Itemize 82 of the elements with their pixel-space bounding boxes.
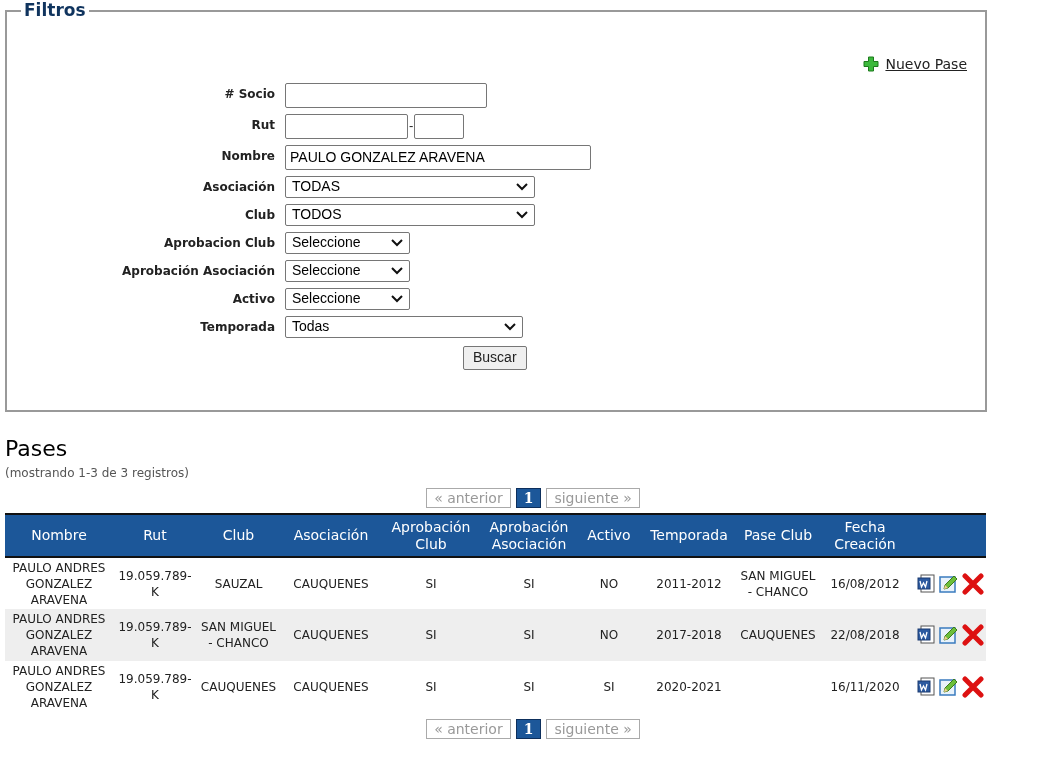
table-cell: 2020-2021 (656, 680, 722, 694)
select-field[interactable]: Todas (285, 315, 523, 338)
select-field[interactable]: Seleccione (285, 287, 410, 310)
table-cell: 19.059.789-K (118, 672, 192, 702)
field-label: Aprobación Asociación (121, 262, 275, 280)
edit-icon[interactable] (939, 625, 959, 645)
panel-title: Filtros (23, 0, 87, 22)
table-cell: CAUQUENES (293, 680, 369, 694)
edit-icon[interactable] (939, 573, 959, 594)
field-label: # Socio (223, 85, 275, 103)
select-field[interactable]: TODOS (285, 203, 535, 226)
separator: - (408, 117, 415, 136)
table-cell: SI (603, 680, 615, 694)
field-label: Activo (231, 290, 275, 308)
document-icon[interactable] (916, 573, 936, 594)
table-cell: 2017-2018 (656, 628, 722, 642)
delete-icon[interactable] (962, 676, 984, 698)
delete-icon[interactable] (962, 624, 984, 646)
check-digit-field[interactable] (414, 113, 465, 139)
column-header: Rut (113, 514, 197, 557)
document-icon[interactable] (916, 677, 936, 697)
table-cell: SAUZAL (214, 576, 263, 591)
column-header: Fecha Creación (818, 514, 912, 557)
table-cell: 19.059.789-K (118, 620, 192, 650)
table-cell: 16/08/2012 (830, 576, 900, 591)
field-label: Asociación (202, 178, 275, 196)
table-cell: CAUQUENES (740, 628, 816, 642)
table-cell: NO (599, 576, 619, 591)
table-cell: SI (425, 680, 437, 694)
delete-icon[interactable] (962, 572, 984, 595)
table-cell: NO (599, 628, 619, 642)
table-cell: PAULO ANDRES GONZALEZ ARAVENA (12, 560, 106, 607)
column-header: Nombre (5, 514, 113, 557)
page-number[interactable]: 1 (515, 719, 542, 739)
table-cell: CAUQUENES (200, 680, 277, 694)
table-cell: PAULO ANDRES GONZALEZ ARAVENA (12, 664, 106, 710)
search-button[interactable]: Buscar (463, 345, 527, 370)
field-label: Club (243, 206, 275, 224)
table-cell: PAULO ANDRES GONZALEZ ARAVENA (12, 612, 106, 658)
column-header: Aprobación Club (382, 514, 480, 557)
column-header: Pase Club (738, 514, 818, 557)
table-cell: SI (523, 680, 535, 694)
chevron-down-icon (391, 238, 403, 247)
text-field[interactable] (285, 82, 487, 108)
table-cell: CAUQUENES (293, 576, 369, 591)
table-cell: CAUQUENES (293, 628, 369, 642)
chevron-down-icon (516, 210, 528, 219)
plus-icon (863, 56, 880, 72)
table-cell: 2011-2012 (656, 576, 722, 591)
table-cell: 19.059.789-K (118, 568, 192, 599)
text-field[interactable]: PAULO GONZALEZ ARAVENA (285, 144, 591, 170)
select-field[interactable]: Seleccione (285, 259, 410, 282)
select-field[interactable]: TODAS (285, 175, 535, 198)
table-cell: 22/08/2018 (830, 628, 900, 642)
column-header: Club (197, 514, 280, 557)
table-cell: SI (523, 628, 535, 642)
field-label: Rut (250, 116, 275, 134)
page-number[interactable]: 1 (515, 488, 542, 508)
new-pass-link[interactable]: Nuevo Pase (885, 53, 967, 75)
column-header: Activo (578, 514, 640, 557)
column-header: Aprobación Asociación (480, 514, 578, 557)
section-title: Pases (5, 436, 69, 462)
chevron-down-icon (516, 182, 528, 191)
rut-field[interactable] (285, 113, 408, 139)
table-cell: SI (425, 576, 437, 591)
document-icon[interactable] (916, 625, 936, 645)
column-header: Asociación (280, 514, 382, 557)
table-cell: SI (523, 576, 535, 591)
column-header: Temporada (640, 514, 738, 557)
select-field[interactable]: Seleccione (285, 231, 410, 254)
edit-icon[interactable] (939, 677, 959, 697)
chevron-down-icon (504, 322, 516, 331)
table-cell: SI (425, 628, 437, 642)
field-label: Aprobacion Club (163, 234, 275, 252)
table-cell: SAN MIGUEL - CHANCO (740, 568, 816, 599)
chevron-down-icon (391, 266, 403, 275)
field-label: Temporada (199, 318, 275, 336)
field-label: Nombre (220, 147, 275, 165)
table-cell: SAN MIGUEL - CHANCO (200, 620, 277, 650)
table-cell: 16/11/2020 (830, 680, 900, 694)
chevron-down-icon (391, 294, 403, 303)
record-count: (mostrando 1-3 de 3 registros) (5, 465, 190, 482)
